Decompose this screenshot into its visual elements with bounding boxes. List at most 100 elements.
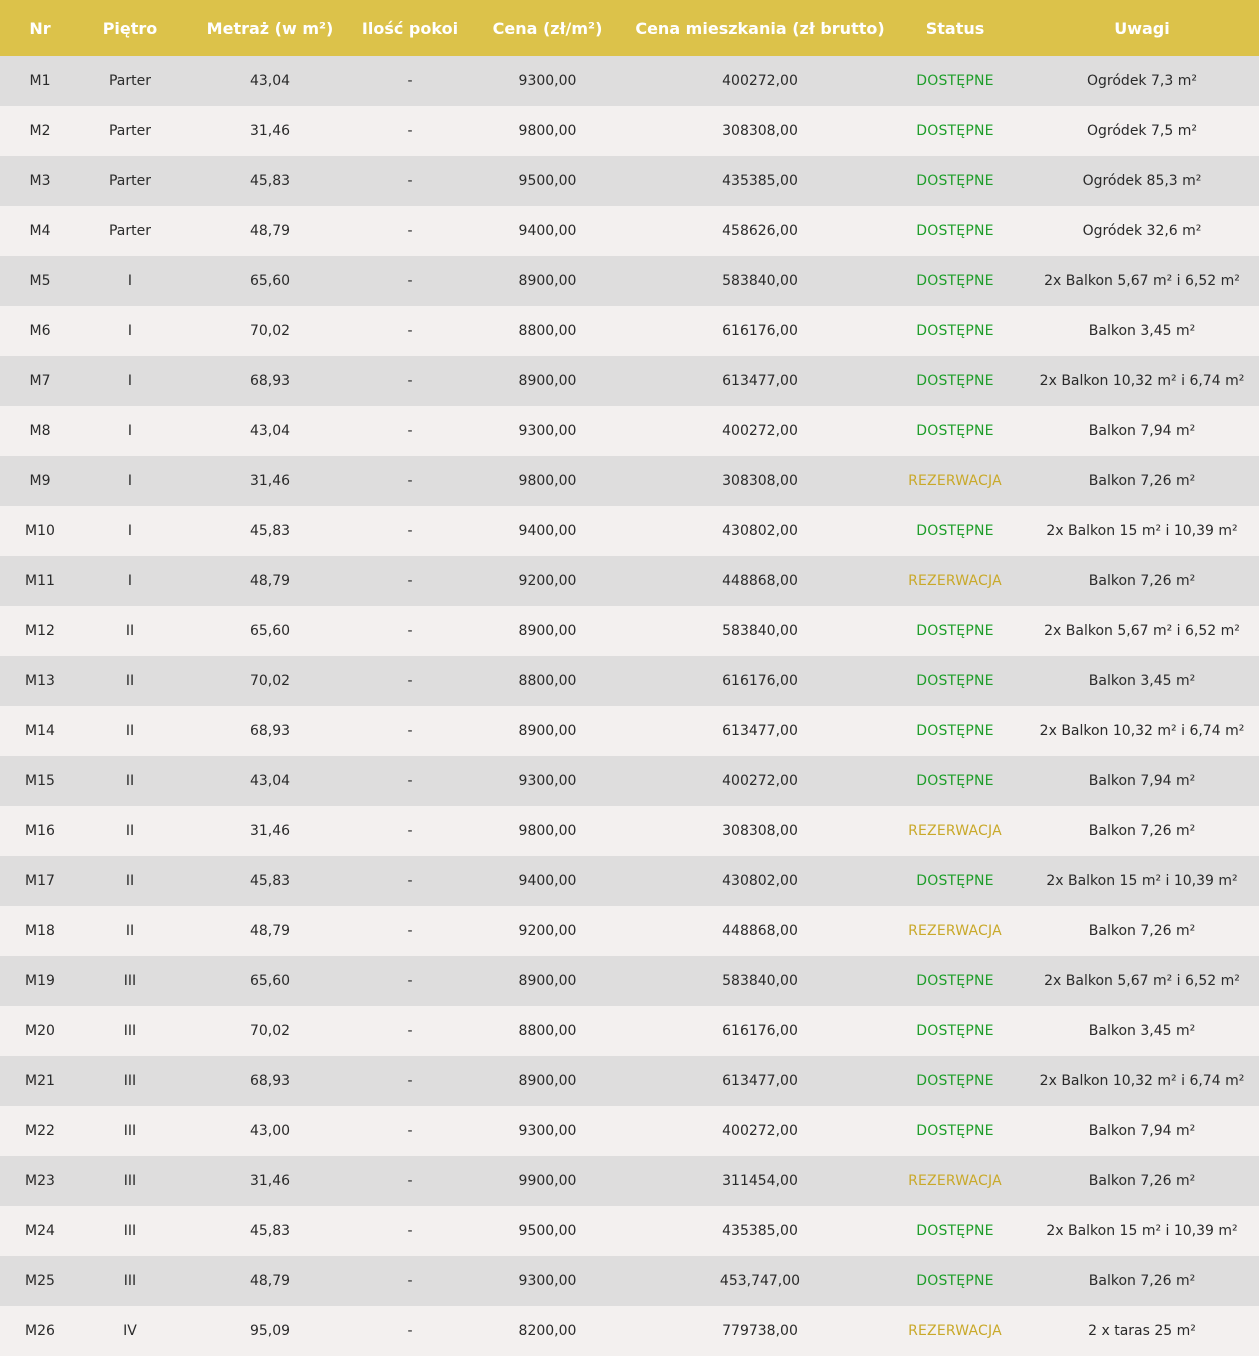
table-row: M3 Parter 45,83 - 9500,00 435385,00 DOSTĘPNE Og… bbox=[0, 156, 1259, 206]
cell-price-per-m2: 9300,00 bbox=[518, 423, 577, 439]
cell-apartment-price: 583840,00 bbox=[722, 273, 798, 289]
cell-nr: M18 bbox=[25, 923, 55, 939]
table-row: M15 II 43,04 - 9300,00 400272,00 DOSTĘPNE Balko… bbox=[0, 756, 1259, 806]
cell-price-per-m2: 8800,00 bbox=[518, 1023, 577, 1039]
cell-status: DOSTĘPNE bbox=[916, 273, 994, 289]
cell-apartment-price: 400272,00 bbox=[722, 423, 798, 439]
cell-notes: Balkon 3,45 m² bbox=[1088, 673, 1196, 689]
table-row: M9 I 31,46 - 9800,00 308308,00 REZERWACJA Balko… bbox=[0, 456, 1259, 506]
cell-rooms: - bbox=[407, 423, 413, 439]
cell-nr: M6 bbox=[29, 323, 51, 339]
table-row: M20 III 70,02 - 8800,00 616176,00 DOSTĘPNE Balk… bbox=[0, 1006, 1259, 1056]
cell-status: DOSTĘPNE bbox=[916, 373, 994, 389]
cell-status: DOSTĘPNE bbox=[916, 723, 994, 739]
cell-rooms: - bbox=[407, 73, 413, 89]
cell-floor: II bbox=[125, 773, 135, 789]
cell-price-per-m2: 8900,00 bbox=[518, 373, 577, 389]
cell-status: REZERWACJA bbox=[908, 1323, 1002, 1339]
cell-nr: M10 bbox=[25, 523, 55, 539]
cell-nr: M8 bbox=[29, 423, 51, 439]
cell-apartment-price: 453,747,00 bbox=[719, 1273, 801, 1289]
cell-price-per-m2: 9400,00 bbox=[518, 523, 577, 539]
cell-floor: II bbox=[125, 723, 135, 739]
cell-status: DOSTĘPNE bbox=[916, 1223, 994, 1239]
cell-floor: I bbox=[127, 323, 133, 339]
cell-area: 31,46 bbox=[249, 473, 291, 489]
cell-apartment-price: 430802,00 bbox=[722, 873, 798, 889]
cell-status: DOSTĘPNE bbox=[916, 973, 994, 989]
cell-floor: I bbox=[127, 373, 133, 389]
cell-nr: M20 bbox=[25, 1023, 55, 1039]
cell-status: DOSTĘPNE bbox=[916, 73, 994, 89]
cell-price-per-m2: 8900,00 bbox=[518, 723, 577, 739]
cell-status: DOSTĘPNE bbox=[916, 1123, 994, 1139]
cell-status: DOSTĘPNE bbox=[916, 523, 994, 539]
cell-apartment-price: 613477,00 bbox=[722, 1073, 798, 1089]
table-row: M13 II 70,02 - 8800,00 616176,00 DOSTĘPNE Balko… bbox=[0, 656, 1259, 706]
table-row: M16 II 31,46 - 9800,00 308308,00 REZERWACJA Bal… bbox=[0, 806, 1259, 856]
cell-rooms: - bbox=[407, 373, 413, 389]
table-row: M19 III 65,60 - 8900,00 583840,00 DOSTĘPNE 2x B… bbox=[0, 956, 1259, 1006]
cell-nr: M17 bbox=[25, 873, 55, 889]
cell-area: 43,04 bbox=[249, 773, 291, 789]
table-row: M7 I 68,93 - 8900,00 613477,00 DOSTĘPNE 2x Balk… bbox=[0, 356, 1259, 406]
cell-area: 70,02 bbox=[249, 673, 291, 689]
table-row: M18 II 48,79 - 9200,00 448868,00 REZERWACJA Bal… bbox=[0, 906, 1259, 956]
cell-rooms: - bbox=[407, 1023, 413, 1039]
cell-apartment-price: 435385,00 bbox=[722, 173, 798, 189]
cell-apartment-price: 616176,00 bbox=[722, 1023, 798, 1039]
table-row: M4 Parter 48,79 - 9400,00 458626,00 DOSTĘPNE Og… bbox=[0, 206, 1259, 256]
cell-floor: III bbox=[123, 1023, 137, 1039]
header-apartment-price: Cena mieszkania (zł brutto) bbox=[635, 18, 885, 38]
cell-nr: M11 bbox=[25, 573, 55, 589]
cell-floor: II bbox=[125, 623, 135, 639]
cell-status: DOSTĘPNE bbox=[916, 1273, 994, 1289]
cell-area: 65,60 bbox=[249, 623, 291, 639]
table-row: M1 Parter 43,04 - 9300,00 400272,00 DOSTĘPNE Og… bbox=[0, 56, 1259, 106]
cell-apartment-price: 430802,00 bbox=[722, 523, 798, 539]
table-row: M24 III 45,83 - 9500,00 435385,00 DOSTĘPNE 2x B… bbox=[0, 1206, 1259, 1256]
header-area: Metraż (w m²) bbox=[206, 18, 334, 38]
cell-rooms: - bbox=[407, 673, 413, 689]
cell-price-per-m2: 8900,00 bbox=[518, 623, 577, 639]
cell-nr: M3 bbox=[29, 173, 51, 189]
cell-apartment-price: 435385,00 bbox=[722, 1223, 798, 1239]
cell-rooms: - bbox=[407, 323, 413, 339]
cell-floor: II bbox=[125, 673, 135, 689]
cell-apartment-price: 613477,00 bbox=[722, 373, 798, 389]
cell-floor: III bbox=[123, 1273, 137, 1289]
table-row: M21 III 68,93 - 8900,00 613477,00 DOSTĘPNE 2x B… bbox=[0, 1056, 1259, 1106]
cell-notes: Balkon 3,45 m² bbox=[1088, 323, 1196, 339]
cell-status: DOSTĘPNE bbox=[916, 173, 994, 189]
cell-price-per-m2: 9800,00 bbox=[518, 473, 577, 489]
cell-price-per-m2: 8900,00 bbox=[518, 1073, 577, 1089]
cell-apartment-price: 311454,00 bbox=[722, 1173, 798, 1189]
cell-area: 43,04 bbox=[249, 73, 291, 89]
cell-price-per-m2: 8900,00 bbox=[518, 973, 577, 989]
table-body: M1 Parter 43,04 - 9300,00 400272,00 DOSTĘPNE Og… bbox=[0, 56, 1259, 1356]
cell-floor: Parter bbox=[108, 73, 151, 89]
cell-status: REZERWACJA bbox=[908, 823, 1002, 839]
cell-status: DOSTĘPNE bbox=[916, 1073, 994, 1089]
cell-nr: M24 bbox=[25, 1223, 55, 1239]
cell-floor: IV bbox=[123, 1323, 137, 1339]
cell-notes: Ogródek 85,3 m² bbox=[1082, 173, 1202, 189]
cell-area: 45,83 bbox=[249, 1223, 291, 1239]
cell-nr: M4 bbox=[29, 223, 51, 239]
cell-price-per-m2: 9300,00 bbox=[518, 1123, 577, 1139]
cell-notes: 2x Balkon 5,67 m² i 6,52 m² bbox=[1044, 273, 1240, 289]
cell-area: 70,02 bbox=[249, 1023, 291, 1039]
cell-nr: M13 bbox=[25, 673, 55, 689]
cell-area: 65,60 bbox=[249, 273, 291, 289]
cell-nr: M15 bbox=[25, 773, 55, 789]
cell-rooms: - bbox=[407, 1173, 413, 1189]
cell-notes: Balkon 7,26 m² bbox=[1088, 823, 1196, 839]
cell-apartment-price: 400272,00 bbox=[722, 773, 798, 789]
cell-notes: Balkon 7,26 m² bbox=[1088, 1273, 1196, 1289]
cell-apartment-price: 583840,00 bbox=[722, 973, 798, 989]
cell-price-per-m2: 9300,00 bbox=[518, 73, 577, 89]
cell-status: REZERWACJA bbox=[908, 1173, 1002, 1189]
cell-notes: 2x Balkon 10,32 m² i 6,74 m² bbox=[1039, 373, 1245, 389]
cell-floor: Parter bbox=[108, 123, 151, 139]
cell-rooms: - bbox=[407, 173, 413, 189]
